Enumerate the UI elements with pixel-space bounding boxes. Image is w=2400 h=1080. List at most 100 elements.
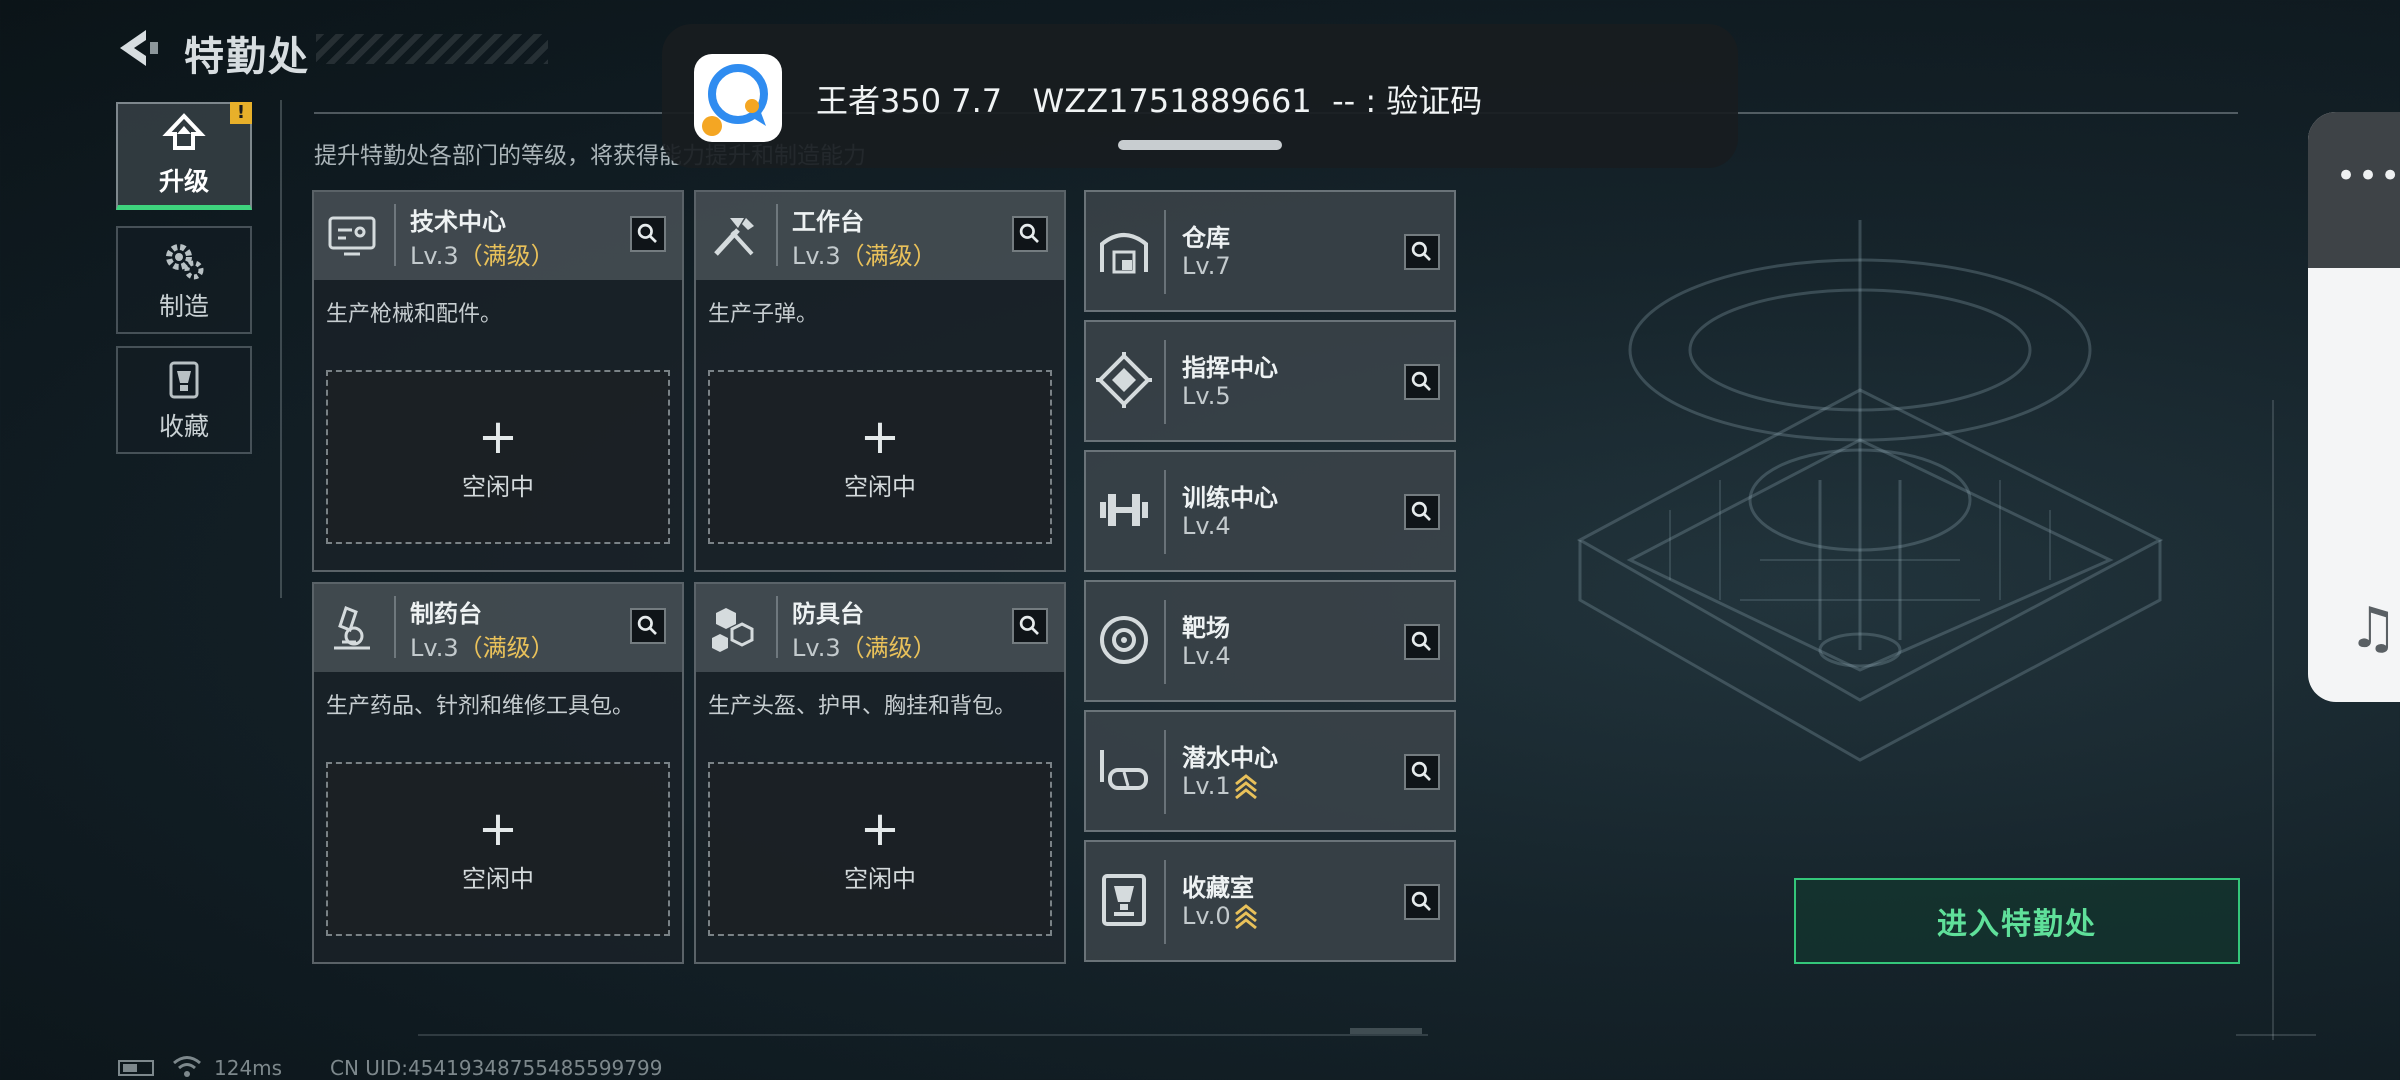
enter-button-label: 进入特勤处 [1937, 907, 2097, 942]
search-icon [1411, 761, 1431, 781]
inspect-button[interactable] [1012, 608, 1048, 644]
production-slot[interactable]: + 空闲中 [708, 762, 1052, 936]
facility-card-warehouse[interactable]: 仓库 Lv.7 [1084, 190, 1456, 312]
inspect-button[interactable] [1404, 364, 1440, 400]
chat-bubble-app-icon [702, 64, 768, 136]
plus-icon: + [477, 800, 519, 857]
music-note-icon: ♫ [2348, 596, 2399, 661]
notification-app-icon [694, 54, 782, 142]
computer-icon [328, 216, 376, 256]
facility-level: Lv.7 [1182, 252, 1231, 280]
search-icon [1411, 891, 1431, 911]
collection-icon [169, 361, 199, 399]
department-description: 生产子弹。 [708, 302, 819, 327]
back-arrow-icon[interactable] [112, 26, 162, 70]
facility-name: 靶场 [1182, 614, 1230, 642]
dumbbell-icon [1100, 494, 1148, 526]
plus-icon: + [859, 408, 901, 465]
command-center-icon [1096, 352, 1152, 408]
facility-card-shooting-range[interactable]: 靶场 Lv.4 [1084, 580, 1456, 702]
nav-collection-tab[interactable]: 收藏 [116, 346, 252, 454]
search-icon [1411, 241, 1431, 261]
nav-collection-label: 收藏 [158, 412, 209, 441]
title-decoration [316, 34, 548, 64]
department-level: Lv.3（满级） [792, 242, 937, 270]
production-slot[interactable]: + 空闲中 [326, 762, 670, 936]
trophy-icon [1102, 874, 1146, 926]
facility-card-diving-center[interactable]: 潜水中心 Lv.1 [1084, 710, 1456, 832]
nav-rail [280, 100, 282, 598]
department-description: 生产枪械和配件。 [326, 302, 503, 327]
facility-level: Lv.5 [1182, 382, 1231, 410]
department-card-workbench[interactable]: 工作台 Lv.3（满级） 生产子弹。 + 空闲中 [694, 190, 1066, 572]
department-card-pharmacy[interactable]: 制药台 Lv.3（满级） 生产药品、针剂和维修工具包。 + 空闲中 [312, 582, 684, 964]
tools-icon [714, 218, 754, 256]
upgrade-arrow-icon [162, 112, 206, 150]
facility-card-training-center[interactable]: 训练中心 Lv.4 [1084, 450, 1456, 572]
slot-status: 空闲中 [462, 472, 534, 501]
nav-craft-tab[interactable]: 制造 [116, 226, 252, 334]
department-name: 防具台 [792, 600, 864, 628]
wifi-icon [173, 1056, 201, 1077]
upgrade-available-icon [1235, 774, 1257, 800]
target-icon [1100, 616, 1148, 664]
department-card-tech-center[interactable]: 技术中心 Lv.3（满级） 生产枪械和配件。 + 空闲中 [312, 190, 684, 572]
gears-icon [166, 244, 204, 280]
inspect-button[interactable] [1404, 624, 1440, 660]
inspect-button[interactable] [630, 216, 666, 252]
department-level: Lv.3（满级） [792, 634, 937, 662]
slot-status: 空闲中 [844, 472, 916, 501]
facility-name: 仓库 [1182, 224, 1230, 252]
facility-level: Lv.0 [1182, 902, 1231, 930]
search-icon [1411, 501, 1431, 521]
facility-level: Lv.1 [1182, 772, 1231, 800]
alert-badge: ! [230, 102, 252, 124]
facility-level: Lv.4 [1182, 642, 1231, 670]
upgrade-available-icon [1235, 904, 1257, 930]
enter-special-ops-button[interactable]: 进入特勤处 [1794, 878, 2240, 964]
facility-name: 收藏室 [1182, 874, 1254, 902]
battery-icon [118, 1060, 154, 1076]
inspect-button[interactable] [1404, 754, 1440, 790]
inspect-button[interactable] [1404, 884, 1440, 920]
page-title: 特勤处 [184, 34, 310, 80]
microscope-icon [334, 606, 370, 650]
facility-card-collection-room[interactable]: 收藏室 Lv.0 [1084, 840, 1456, 962]
search-icon [1411, 631, 1431, 651]
inspect-button[interactable] [1404, 494, 1440, 530]
ping-readout: 124ms [214, 1056, 283, 1080]
armor-blocks-icon [712, 608, 754, 652]
search-icon [1019, 223, 1039, 243]
plus-icon: + [859, 800, 901, 857]
warehouse-icon [1100, 233, 1148, 274]
department-name: 技术中心 [410, 208, 506, 236]
slot-status: 空闲中 [462, 864, 534, 893]
user-uid: CN UID:454193487554855997​99 [330, 1056, 663, 1080]
search-icon [637, 223, 657, 243]
notification-drag-handle[interactable] [1118, 140, 1282, 150]
department-description: 生产药品、针剂和维修工具包。 [326, 694, 635, 719]
search-icon [1411, 371, 1431, 391]
department-name: 工作台 [792, 208, 864, 236]
search-icon [637, 615, 657, 635]
more-options-icon[interactable]: ••• [2336, 156, 2400, 196]
department-description: 生产头盔、护甲、胸挂和背包。 [708, 694, 1017, 719]
department-name: 制药台 [410, 600, 482, 628]
department-level: Lv.3（满级） [410, 634, 555, 662]
production-slot[interactable]: + 空闲中 [326, 370, 670, 544]
search-icon [1019, 615, 1039, 635]
facility-card-command-center[interactable]: 指挥中心 Lv.5 [1084, 320, 1456, 442]
inspect-button[interactable] [630, 608, 666, 644]
diving-mask-icon [1100, 750, 1148, 790]
facility-name: 训练中心 [1182, 484, 1278, 512]
nav-upgrade-label: 升级 [158, 166, 209, 196]
production-slot[interactable]: + 空闲中 [708, 370, 1052, 544]
inspect-button[interactable] [1012, 216, 1048, 252]
facility-level: Lv.4 [1182, 512, 1231, 540]
department-card-armor-bench[interactable]: 防具台 Lv.3（满级） 生产头盔、护甲、胸挂和背包。 + 空闲中 [694, 582, 1066, 964]
inspect-button[interactable] [1404, 234, 1440, 270]
base-schematic-illustration [1576, 220, 2164, 762]
floating-side-panel[interactable]: ••• ♫ [2308, 112, 2400, 702]
plus-icon: + [477, 408, 519, 465]
slot-status: 空闲中 [844, 864, 916, 893]
